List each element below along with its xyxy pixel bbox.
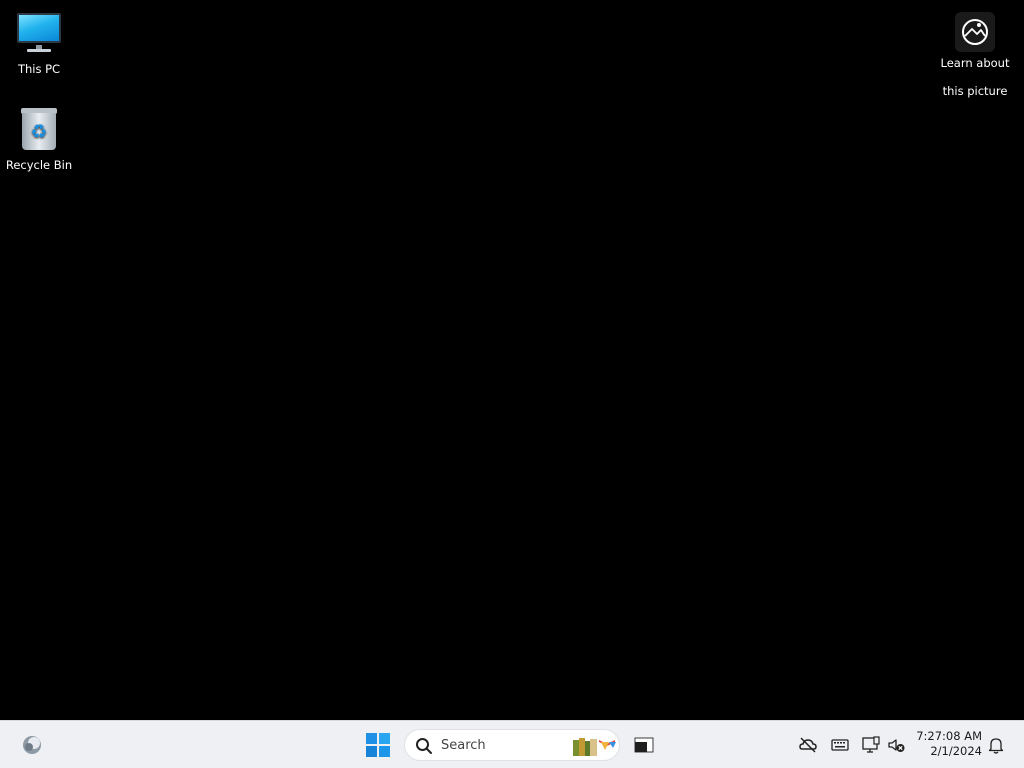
search-placeholder: Search bbox=[441, 738, 486, 753]
windows-start-icon[interactable] bbox=[364, 731, 392, 759]
search-input[interactable]: Search bbox=[404, 729, 620, 761]
desktop-icon-label: This PC bbox=[17, 62, 61, 76]
terminal-app-icon[interactable] bbox=[632, 733, 656, 757]
learn-about-picture[interactable]: Learn about this picture bbox=[936, 12, 1014, 98]
recycle-bin-icon: ♻ bbox=[15, 106, 63, 154]
widgets-icon[interactable] bbox=[20, 733, 44, 757]
keyboard-icon[interactable] bbox=[830, 735, 850, 755]
monitor-icon bbox=[15, 10, 63, 58]
desktop: This PC ♻ Recycle Bin Learn about this p… bbox=[0, 0, 1024, 720]
desktop-icon-label: Recycle Bin bbox=[5, 158, 73, 172]
learn-label-line2: this picture bbox=[942, 84, 1008, 98]
desktop-icon-recycle-bin[interactable]: ♻ Recycle Bin bbox=[0, 106, 78, 172]
search-highlight-icon bbox=[571, 734, 619, 758]
clock-time: 7:27:08 AM bbox=[916, 729, 982, 743]
camera-aperture-icon bbox=[955, 12, 995, 52]
onedrive-offline-icon[interactable] bbox=[798, 735, 818, 755]
volume-muted-icon[interactable] bbox=[886, 735, 906, 755]
network-icon[interactable] bbox=[861, 735, 881, 755]
taskbar-clock[interactable]: 7:27:08 AM 2/1/2024 bbox=[908, 729, 982, 759]
bell-icon[interactable] bbox=[986, 735, 1006, 755]
clock-date: 2/1/2024 bbox=[930, 744, 982, 758]
taskbar: Search 7:27:08 AM 2/1/2024 bbox=[0, 720, 1024, 768]
learn-label-line1: Learn about bbox=[940, 56, 1010, 70]
search-icon bbox=[415, 737, 433, 755]
desktop-icon-this-pc[interactable]: This PC bbox=[0, 10, 78, 76]
